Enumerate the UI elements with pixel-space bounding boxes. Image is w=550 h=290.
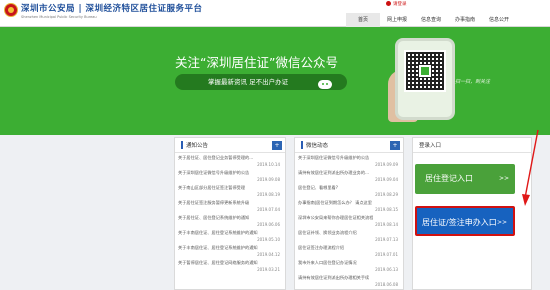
item-date: 2019.09.04 bbox=[375, 177, 398, 182]
item-date: 2019.08.14 bbox=[375, 222, 398, 227]
police-emblem-icon bbox=[4, 3, 18, 17]
item-date: 2019.09.09 bbox=[375, 162, 398, 167]
list-item[interactable]: 我市外来人口居住登记办证情况 2019.06.13 bbox=[298, 260, 400, 275]
item-date: 2019.09.08 bbox=[257, 177, 280, 182]
site-title: 深圳市公安局 | 深圳经济特区居住证服务平台 bbox=[21, 4, 203, 14]
item-date: 2019.07.13 bbox=[375, 237, 398, 242]
notices-list: 关于居住证、居住登记业务暂停受理的... 2019.10.14 关于深圳居住证微信号… bbox=[178, 155, 282, 275]
item-title[interactable]: 关于南山区部分居住证签注暂停受理 bbox=[178, 185, 245, 191]
list-item[interactable]: 居住证补领、换领业务流程介绍 2019.07.13 bbox=[298, 230, 400, 245]
list-item[interactable]: 关于居住证签注服务暂停更新系统升级 2019.07.04 bbox=[178, 200, 282, 215]
item-title[interactable]: 深圳市公安局来帮你办理居住证相关流程 bbox=[298, 215, 373, 221]
login-link[interactable]: 请登录 bbox=[393, 1, 407, 7]
list-item[interactable]: 请持有效居住证到派出所办理业务的... 2019.09.04 bbox=[298, 170, 400, 185]
item-date: 2019.03.21 bbox=[257, 267, 280, 272]
item-date: 2019.07.04 bbox=[257, 207, 280, 212]
news-panel: 微信动态 + 关于深圳居住证微信号升级维护的公告 2019.09.09 请持有效居住… bbox=[294, 137, 404, 290]
item-title[interactable]: 居住证补领、换领业务流程介绍 bbox=[298, 230, 357, 236]
nav-guide[interactable]: 办事指南 bbox=[448, 13, 482, 27]
list-item[interactable]: 关于南山区部分居住证签注暂停受理 2019.08.19 bbox=[178, 185, 282, 200]
chevron-right-icon: >> bbox=[498, 175, 509, 182]
item-title[interactable]: 请持有效居住证到派出所办理相关手续 bbox=[298, 275, 369, 281]
notices-title: 通知公告 bbox=[181, 141, 208, 149]
annotation-arrow-icon bbox=[522, 129, 539, 206]
notices-more-button[interactable]: + bbox=[272, 141, 282, 150]
list-item[interactable]: 深圳市公安局来帮你办理居住证相关流程 2019.08.14 bbox=[298, 215, 400, 230]
list-item[interactable]: 关于居住证、居住登记系统维护的通知 2019.06.06 bbox=[178, 215, 282, 230]
notices-panel: 通知公告 + 关于居住证、居住登记业务暂停受理的... 2019.10.14 关于深… bbox=[174, 137, 286, 290]
scan-text: 扫一扫，到关注 bbox=[455, 79, 491, 85]
qr-logo-icon bbox=[419, 65, 431, 77]
item-date: 2019.04.12 bbox=[257, 252, 280, 257]
chevron-right-icon: >> bbox=[496, 219, 507, 226]
item-title[interactable]: 关于深圳居住证微信号升级维护的公告 bbox=[298, 155, 369, 161]
item-date: 2019.07.01 bbox=[375, 252, 398, 257]
item-title[interactable]: 关于居住证、居住登记业务暂停受理的... bbox=[178, 155, 253, 161]
user-icon bbox=[386, 1, 391, 6]
news-title: 微信动态 bbox=[301, 141, 328, 149]
item-date: 2019.08.29 bbox=[375, 192, 398, 197]
divider bbox=[413, 152, 533, 153]
news-more-button[interactable]: + bbox=[390, 141, 400, 150]
list-item[interactable]: 居住登记、看哪里看? 2019.08.29 bbox=[298, 185, 400, 200]
top-header: 深圳市公安局 | 深圳经济特区居住证服务平台 Shenzhen Municipa… bbox=[0, 0, 550, 27]
item-title[interactable]: 办事指南|居住证到期怎么办？ 请点这里 bbox=[298, 200, 372, 206]
item-title[interactable]: 关于暂停居住证、居住登记网络服务的通知 bbox=[178, 260, 258, 266]
item-date: 2019.06.06 bbox=[257, 222, 280, 227]
item-title[interactable]: 关于居住证、居住登记系统维护的通知 bbox=[178, 215, 249, 221]
item-title[interactable]: 请持有效居住证到派出所办理业务的... bbox=[298, 170, 369, 176]
list-item[interactable]: 居住证签注办理流程介绍 2019.07.01 bbox=[298, 245, 400, 260]
site-subtitle: Shenzhen Municipal Public Security Burea… bbox=[21, 15, 97, 19]
main-nav: 首页 网上申报 信息查询 办事指南 信息公开 bbox=[346, 13, 516, 27]
list-item[interactable]: 办事指南|居住证到期怎么办？ 请点这里 2019.08.15 bbox=[298, 200, 400, 215]
item-title[interactable]: 关于居住证签注服务暂停更新系统升级 bbox=[178, 200, 249, 206]
item-title[interactable]: 关于丰南居住证、居住登记系统维护的通知 bbox=[178, 230, 258, 236]
nav-query[interactable]: 信息查询 bbox=[414, 13, 448, 27]
item-title[interactable]: 关于丰南居住证、居住登记系统维护的通知 bbox=[178, 245, 258, 251]
item-date: 2019.10.14 bbox=[257, 162, 280, 167]
list-item[interactable]: 关于丰南居住证、居住登记系统维护的通知 2019.05.10 bbox=[178, 230, 282, 245]
news-list: 关于深圳居住证微信号升级维护的公告 2019.09.09 请持有效居住证到派出所办理… bbox=[298, 155, 400, 289]
residence-permit-apply-label: 居住证/签注申办入口 bbox=[422, 218, 497, 227]
login-entry-title: 登录入口 bbox=[419, 143, 442, 149]
item-title[interactable]: 居住登记、看哪里看? bbox=[298, 185, 338, 191]
list-item[interactable]: 关于居住证、居住登记业务暂停受理的... 2019.10.14 bbox=[178, 155, 282, 170]
list-item[interactable]: 关于暂停居住证、居住登记网络服务的通知 2019.03.21 bbox=[178, 260, 282, 275]
residence-permit-apply-button[interactable]: 居住证/签注申办入口 >> bbox=[415, 206, 515, 236]
item-date: 2019.06.13 bbox=[375, 267, 398, 272]
list-item[interactable]: 关于丰南居住证、居住登记系统维护的通知 2019.04.12 bbox=[178, 245, 282, 260]
nav-online-apply[interactable]: 网上申报 bbox=[380, 13, 414, 27]
nav-public-info[interactable]: 信息公开 bbox=[482, 13, 516, 27]
item-date: 2018.06.08 bbox=[375, 282, 398, 287]
item-title[interactable]: 关于深圳居住证微信号升级维护的公告 bbox=[178, 170, 249, 176]
wechat-icon bbox=[318, 80, 332, 89]
list-item[interactable]: 关于深圳居住证微信号升级维护的公告 2019.09.08 bbox=[178, 170, 282, 185]
item-date: 2019.08.15 bbox=[375, 207, 398, 212]
list-item[interactable]: 请持有效居住证到派出所办理相关手续 2018.06.08 bbox=[298, 275, 400, 289]
residence-registration-label: 居住登记入口 bbox=[425, 174, 473, 183]
residence-registration-button[interactable]: 居住登记入口 >> bbox=[415, 164, 515, 194]
banner-title: 关注“深圳居住证”微信公众号 bbox=[175, 55, 338, 70]
item-date: 2019.05.10 bbox=[257, 237, 280, 242]
item-title[interactable]: 我市外来人口居住登记办证情况 bbox=[298, 260, 357, 266]
list-item[interactable]: 关于深圳居住证微信号升级维护的公告 2019.09.09 bbox=[298, 155, 400, 170]
item-title[interactable]: 居住证签注办理流程介绍 bbox=[298, 245, 344, 251]
item-date: 2019.08.19 bbox=[257, 192, 280, 197]
nav-home[interactable]: 首页 bbox=[346, 13, 380, 27]
